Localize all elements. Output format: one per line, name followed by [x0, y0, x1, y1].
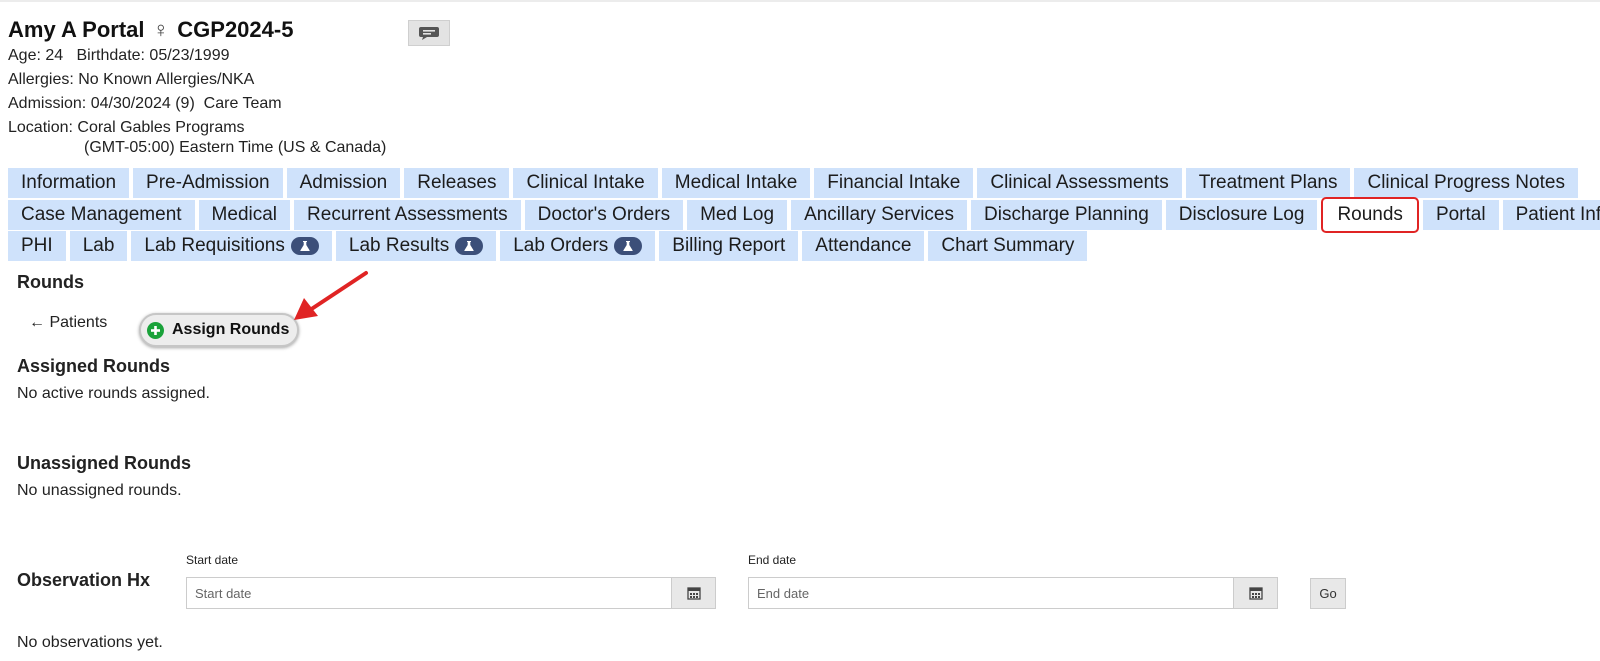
timezone: (GMT-05:00) Eastern Time (US & Canada): [84, 139, 387, 156]
calendar-icon: [686, 587, 701, 600]
observation-hx-heading: Observation Hx: [17, 570, 151, 590]
start-date-calendar-button[interactable]: [671, 577, 716, 609]
end-date-input[interactable]: [748, 577, 1235, 609]
back-to-patients-link[interactable]: ← Patients: [29, 314, 107, 332]
chat-button[interactable]: [408, 20, 450, 46]
start-date-label: Start date: [186, 553, 239, 567]
assign-rounds-label: Assign Rounds: [172, 321, 290, 338]
flask-icon: [614, 237, 643, 255]
assigned-rounds-empty: No active rounds assigned.: [17, 385, 210, 402]
tab-phi[interactable]: PHI: [8, 231, 66, 261]
end-date-label: End date: [748, 553, 797, 567]
tab-med-log[interactable]: Med Log: [687, 200, 788, 230]
top-divider: [0, 0, 1600, 2]
tab-ancillary-services[interactable]: Ancillary Services: [791, 200, 967, 230]
tab-medical-intake[interactable]: Medical Intake: [661, 168, 811, 198]
tab-disclosure-log[interactable]: Disclosure Log: [1165, 200, 1318, 230]
tab-row-1: Information Pre-Admission Admission Rele…: [8, 168, 1582, 198]
tab-financial-intake[interactable]: Financial Intake: [814, 168, 974, 198]
plus-circle-icon: [147, 321, 164, 339]
tab-recurrent-assessments[interactable]: Recurrent Assessments: [294, 200, 521, 230]
tab-patient-info[interactable]: Patient Info: [1502, 200, 1600, 230]
location: Location: Coral Gables Programs: [8, 119, 245, 136]
patient-header: Amy A Portal ♀ CGP2024-5: [8, 17, 293, 43]
tab-releases[interactable]: Releases: [404, 168, 510, 198]
assigned-rounds-heading: Assigned Rounds: [17, 356, 171, 376]
tab-row-3: PHI Lab Lab Requisitions Lab Results Lab…: [8, 231, 1091, 261]
tab-label: Lab Orders: [513, 235, 609, 256]
end-date-calendar-button[interactable]: [1233, 577, 1278, 609]
tab-medical[interactable]: Medical: [198, 200, 291, 230]
tab-doctors-orders[interactable]: Doctor's Orders: [524, 200, 684, 230]
flask-icon: [455, 237, 484, 255]
tab-portal[interactable]: Portal: [1422, 200, 1499, 230]
tab-row-2: Case Management Medical Recurrent Assess…: [8, 197, 1600, 233]
tab-treatment-plans[interactable]: Treatment Plans: [1185, 168, 1351, 198]
go-button[interactable]: Go: [1310, 578, 1346, 609]
patient-id: CGP2024-5: [177, 17, 294, 42]
tab-attendance[interactable]: Attendance: [802, 231, 925, 261]
tab-lab-requisitions[interactable]: Lab Requisitions: [131, 231, 332, 261]
tab-clinical-intake[interactable]: Clinical Intake: [513, 168, 658, 198]
tab-label: Lab Requisitions: [144, 235, 285, 256]
patient-name: Amy A Portal: [8, 17, 145, 42]
gender-symbol: ♀: [152, 17, 170, 42]
chat-bubble-icon: [419, 27, 439, 40]
tab-admission[interactable]: Admission: [286, 168, 401, 198]
unassigned-rounds-empty: No unassigned rounds.: [17, 482, 182, 499]
tab-label: Lab Results: [348, 235, 450, 256]
start-date-input[interactable]: [186, 577, 672, 609]
red-arrow-icon: [294, 271, 368, 320]
tab-rounds[interactable]: Rounds: [1321, 197, 1419, 233]
tab-information[interactable]: Information: [8, 168, 130, 198]
tab-lab-results[interactable]: Lab Results: [335, 231, 497, 261]
tab-clinical-progress-notes[interactable]: Clinical Progress Notes: [1354, 168, 1578, 198]
tab-clinical-assessments[interactable]: Clinical Assessments: [977, 168, 1182, 198]
admission: Admission: 04/30/2024 (9) Care Team: [8, 95, 282, 112]
tab-lab-orders[interactable]: Lab Orders: [500, 231, 656, 261]
tab-billing-report[interactable]: Billing Report: [659, 231, 799, 261]
observations-empty: No observations yet.: [17, 634, 163, 651]
tab-discharge-planning[interactable]: Discharge Planning: [971, 200, 1162, 230]
flask-icon: [290, 237, 319, 255]
tab-lab[interactable]: Lab: [69, 231, 128, 261]
age-birthdate: Age: 24 Birthdate: 05/23/1999: [8, 47, 230, 64]
tab-chart-summary[interactable]: Chart Summary: [928, 231, 1088, 261]
tab-case-management[interactable]: Case Management: [8, 200, 195, 230]
unassigned-rounds-heading: Unassigned Rounds: [17, 453, 192, 473]
tab-pre-admission[interactable]: Pre-Admission: [133, 168, 283, 198]
rounds-heading: Rounds: [17, 272, 84, 292]
calendar-icon: [1248, 587, 1263, 600]
allergies: Allergies: No Known Allergies/NKA: [8, 71, 255, 88]
assign-rounds-button[interactable]: Assign Rounds: [139, 313, 299, 347]
